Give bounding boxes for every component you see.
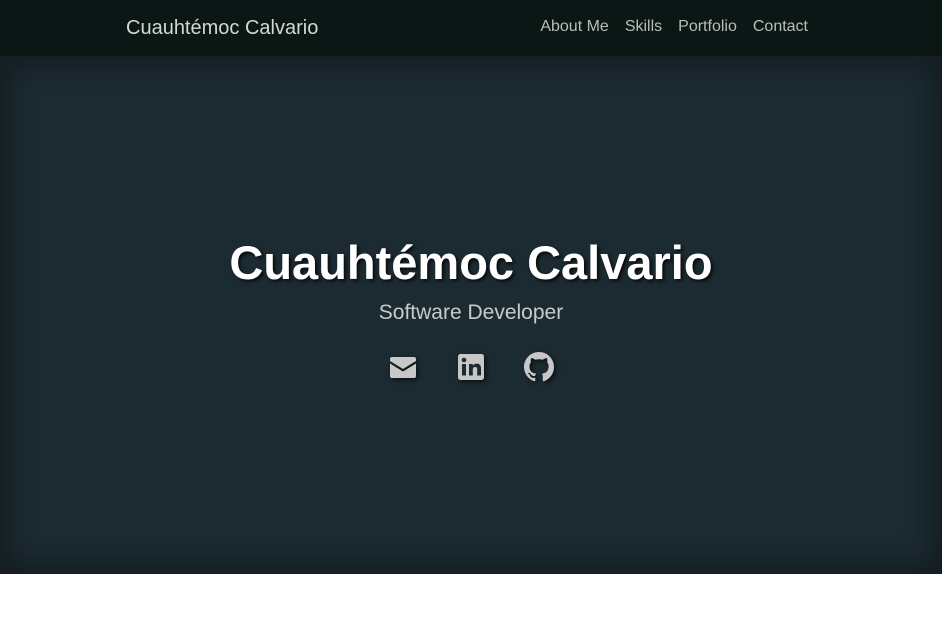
nav-link-portfolio[interactable]: Portfolio (678, 18, 737, 36)
hero-title: Cuauhtémoc Calvario (229, 236, 713, 289)
top-navbar: Cuauhtémoc Calvario About Me Skills Port… (0, 0, 942, 56)
nav-links: About Me Skills Portfolio Contact (540, 18, 808, 36)
nav-link-contact[interactable]: Contact (753, 18, 808, 36)
linkedin-link[interactable] (456, 352, 486, 382)
envelope-icon (390, 357, 416, 378)
brand-link[interactable]: Cuauhtémoc Calvario (126, 17, 318, 39)
email-link[interactable] (388, 352, 418, 382)
hero-section: Cuauhtémoc Calvario Software Developer (0, 56, 942, 574)
linkedin-icon (458, 354, 484, 380)
hero-subtitle: Software Developer (378, 301, 564, 324)
social-icons (0, 352, 942, 382)
nav-link-skills[interactable]: Skills (625, 18, 662, 36)
github-link[interactable] (524, 352, 554, 382)
github-icon (524, 352, 554, 382)
nav-link-about-me[interactable]: About Me (540, 18, 608, 36)
